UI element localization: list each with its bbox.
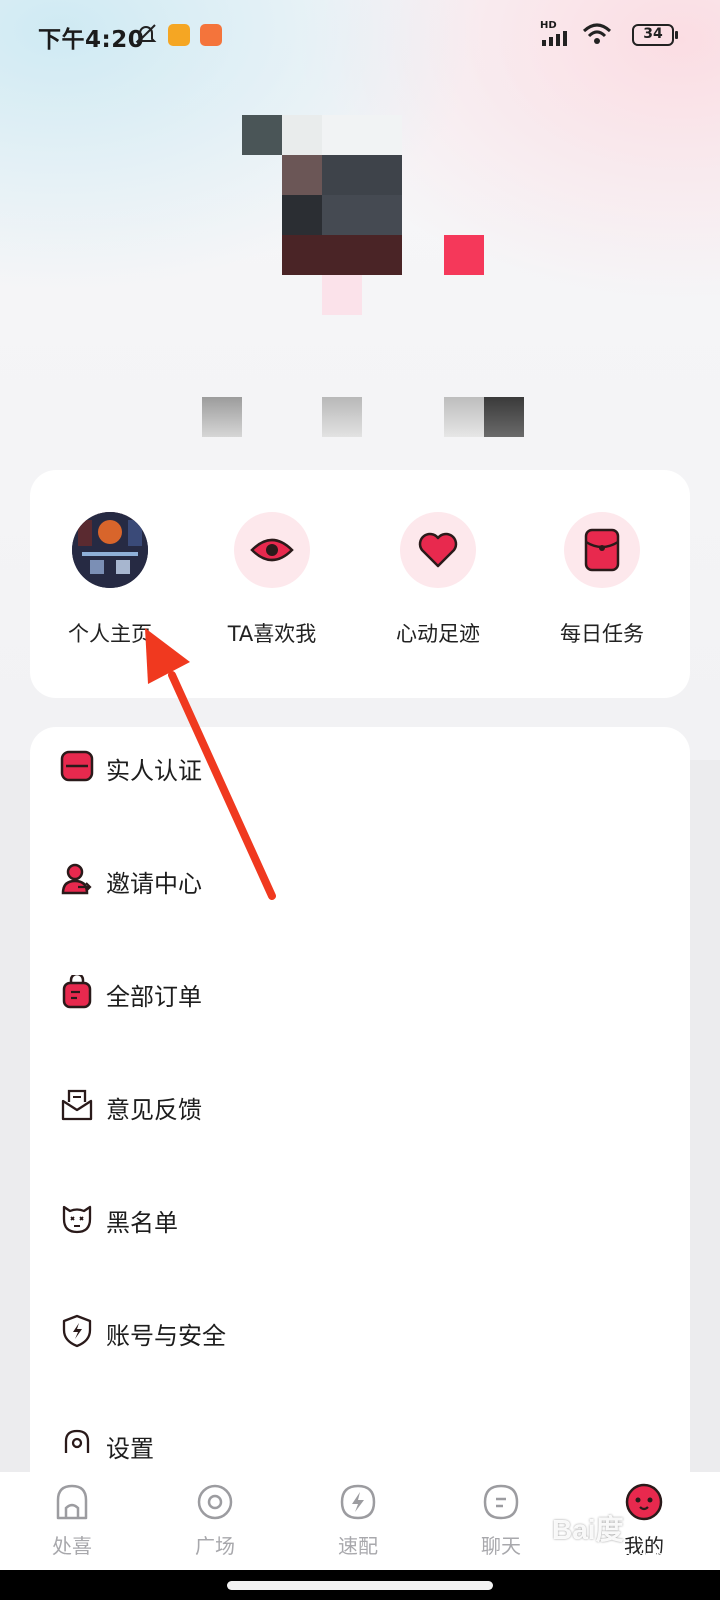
nav-tab-chuxi[interactable]: 处喜 xyxy=(12,1482,132,1567)
user-avatar-image xyxy=(72,512,148,588)
shortcut-ta-likes-me[interactable]: TA喜欢我 xyxy=(192,512,352,662)
shortcut-label: 每日任务 xyxy=(560,622,644,646)
battery-indicator: 34 xyxy=(632,24,678,46)
blacklist-cat-icon xyxy=(62,1205,92,1234)
shortcut-heart-footprints[interactable]: 心动足迹 xyxy=(358,512,518,662)
baidu-watermark: Bai度 jingyan.baidu.com xyxy=(546,1508,716,1566)
nav-label: 速配 xyxy=(338,1534,378,1558)
plaza-icon xyxy=(197,1484,233,1520)
status-time: 下午4:20 xyxy=(38,27,145,53)
menu-item-label: 实人认证 xyxy=(106,757,202,785)
home-indicator[interactable] xyxy=(227,1581,493,1590)
wifi-icon xyxy=(582,23,612,44)
shortcut-label: 个人主页 xyxy=(68,622,152,646)
feedback-mail-icon xyxy=(61,1089,93,1121)
menu-item-label: 意见反馈 xyxy=(106,1096,202,1124)
menu-item-all-orders[interactable]: 全部订单 xyxy=(30,953,690,1033)
watermark-url: jingyan.baidu.com xyxy=(611,1548,716,1563)
heart-icon xyxy=(400,512,476,588)
shortcut-daily-tasks[interactable]: 每日任务 xyxy=(522,512,682,662)
app-notification-icon xyxy=(168,24,190,46)
shortcut-card: 个人主页 TA喜欢我 心动足迹 每日任务 xyxy=(30,470,690,698)
mute-bell-icon xyxy=(135,24,157,44)
menu-item-label: 邀请中心 xyxy=(106,870,202,898)
nav-label: 聊天 xyxy=(481,1534,521,1558)
shortcut-personal-homepage[interactable]: 个人主页 xyxy=(30,512,190,662)
menu-item-label: 全部订单 xyxy=(106,983,202,1011)
nav-tab-quick-match[interactable]: 速配 xyxy=(298,1482,418,1567)
menu-item-invite-center[interactable]: 邀请中心 xyxy=(30,840,690,920)
nav-tab-plaza[interactable]: 广场 xyxy=(155,1482,275,1567)
shop-notification-icon xyxy=(200,24,222,46)
shield-bolt-icon xyxy=(62,1314,92,1348)
menu-item-label: 黑名单 xyxy=(106,1209,178,1237)
menu-item-label: 设置 xyxy=(106,1435,154,1463)
menu-item-label: 账号与安全 xyxy=(106,1322,226,1350)
nav-label: 处喜 xyxy=(52,1534,92,1558)
settings-menu-card: 实人认证 邀请中心 全部订单 意见反馈 黑名单 账号与安全 设置 xyxy=(30,727,690,1507)
nav-tab-chat[interactable]: 聊天 xyxy=(441,1482,561,1567)
id-card-icon xyxy=(60,750,94,782)
chat-icon xyxy=(483,1484,519,1520)
signal-icon xyxy=(542,31,567,46)
status-bar: 下午4:20 HD 34 xyxy=(0,0,720,70)
red-envelope-icon xyxy=(564,512,640,588)
settings-icon xyxy=(64,1429,90,1453)
shortcut-label: 心动足迹 xyxy=(396,622,480,646)
invite-user-icon xyxy=(61,863,92,895)
shortcut-label: TA喜欢我 xyxy=(227,622,317,646)
quick-match-icon xyxy=(340,1484,376,1520)
eye-icon xyxy=(234,512,310,588)
menu-item-real-person-verification[interactable]: 实人认证 xyxy=(30,727,690,807)
menu-item-blacklist[interactable]: 黑名单 xyxy=(30,1179,690,1259)
nav-label: 广场 xyxy=(195,1534,235,1558)
menu-item-feedback[interactable]: 意见反馈 xyxy=(30,1066,690,1146)
watermark-logo: Bai度 xyxy=(552,1514,624,1545)
menu-item-account-security[interactable]: 账号与安全 xyxy=(30,1292,690,1372)
home-icon xyxy=(56,1484,88,1520)
order-bag-icon xyxy=(62,975,92,1009)
